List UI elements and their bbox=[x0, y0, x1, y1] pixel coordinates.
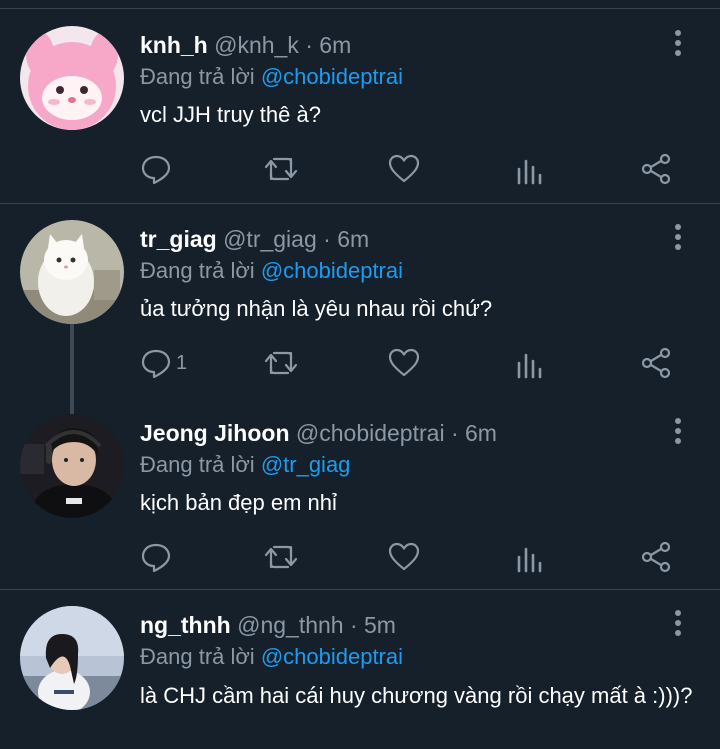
heart-icon bbox=[388, 348, 420, 377]
retweet-button[interactable] bbox=[264, 345, 298, 381]
share-icon bbox=[641, 153, 671, 185]
more-options-button[interactable] bbox=[668, 222, 688, 252]
mention-link[interactable]: @chobideptrai bbox=[261, 258, 403, 283]
replying-to-line: Đang trả lời @chobideptrai bbox=[140, 644, 403, 670]
reply-button[interactable] bbox=[140, 539, 176, 575]
share-button[interactable] bbox=[640, 539, 672, 575]
more-options-button[interactable] bbox=[668, 28, 688, 58]
vertical-dots-icon bbox=[675, 30, 681, 56]
share-button[interactable] bbox=[640, 151, 672, 187]
tweet-text: ủa tưởng nhận là yêu nhau rồi chứ? bbox=[140, 296, 493, 321]
like-button[interactable] bbox=[388, 539, 420, 575]
retweet-button[interactable] bbox=[264, 539, 298, 575]
analytics-button[interactable] bbox=[516, 151, 544, 187]
analytics-icon bbox=[517, 353, 542, 379]
display-name[interactable]: ng_thnh bbox=[140, 612, 231, 638]
reply-button[interactable] bbox=[140, 151, 176, 187]
tweet-actions bbox=[140, 539, 700, 575]
replying-to-line: Đang trả lời @chobideptrai bbox=[140, 64, 403, 90]
share-icon bbox=[641, 541, 671, 573]
reply-icon bbox=[141, 155, 171, 185]
retweet-icon bbox=[264, 157, 298, 181]
avatar[interactable] bbox=[20, 220, 124, 324]
tweet-header: tr_giag @tr_giag · 6m bbox=[140, 226, 369, 253]
replying-prefix: Đang trả lời bbox=[140, 258, 261, 283]
tweet-header: Jeong Jihoon @chobideptrai · 6m bbox=[140, 420, 497, 447]
like-button[interactable] bbox=[388, 345, 420, 381]
heart-icon bbox=[388, 542, 420, 571]
retweet-icon bbox=[264, 545, 298, 569]
avatar-white-cat bbox=[20, 220, 124, 324]
vertical-dots-icon bbox=[675, 610, 681, 636]
mention-link[interactable]: @chobideptrai bbox=[261, 64, 403, 89]
mention-link[interactable]: @chobideptrai bbox=[261, 644, 403, 669]
tweet-actions bbox=[140, 151, 700, 187]
handle-and-time: @ng_thnh · 5m bbox=[237, 612, 396, 638]
replying-prefix: Đang trả lời bbox=[140, 644, 261, 669]
tweet-text: là CHJ cầm hai cái huy chương vàng rồi c… bbox=[140, 683, 693, 708]
analytics-icon bbox=[517, 159, 542, 185]
avatar-person-photo bbox=[20, 414, 124, 518]
analytics-button[interactable] bbox=[516, 345, 544, 381]
vertical-dots-icon bbox=[675, 224, 681, 250]
more-options-button[interactable] bbox=[668, 416, 688, 446]
tweet-header: ng_thnh @ng_thnh · 5m bbox=[140, 612, 396, 639]
display-name[interactable]: Jeong Jihoon bbox=[140, 420, 290, 446]
tweet-text: kịch bản đẹp em nhỉ bbox=[140, 490, 337, 515]
reply-button[interactable]: 1 bbox=[140, 345, 187, 381]
handle-and-time: @tr_giag · 6m bbox=[223, 226, 370, 252]
heart-icon bbox=[388, 154, 420, 183]
replying-to-line: Đang trả lời @chobideptrai bbox=[140, 258, 403, 284]
analytics-icon bbox=[517, 547, 542, 573]
tweet-text: vcl JJH truy thê à? bbox=[140, 102, 321, 127]
tweet[interactable]: knh_h @knh_k · 6m Đang trả lời @chobidep… bbox=[0, 0, 720, 203]
tweet[interactable]: ng_thnh @ng_thnh · 5m Đang trả lời @chob… bbox=[0, 590, 720, 749]
more-options-button[interactable] bbox=[668, 608, 688, 638]
replying-prefix: Đang trả lời bbox=[140, 64, 261, 89]
reply-icon bbox=[141, 543, 171, 573]
avatar-girl-photo bbox=[20, 606, 124, 710]
share-icon bbox=[641, 347, 671, 379]
avatar[interactable] bbox=[20, 414, 124, 518]
tweet[interactable]: tr_giag @tr_giag · 6m Đang trả lời @chob… bbox=[0, 204, 720, 398]
handle-and-time: @chobideptrai · 6m bbox=[295, 420, 497, 446]
display-name[interactable]: tr_giag bbox=[140, 226, 217, 252]
analytics-button[interactable] bbox=[516, 539, 544, 575]
tweet-header: knh_h @knh_k · 6m bbox=[140, 32, 351, 59]
avatar[interactable] bbox=[20, 606, 124, 710]
mention-link[interactable]: @tr_giag bbox=[261, 452, 351, 477]
retweet-button[interactable] bbox=[264, 151, 298, 187]
avatar-pink-character bbox=[20, 26, 124, 130]
like-button[interactable] bbox=[388, 151, 420, 187]
avatar[interactable] bbox=[20, 26, 124, 130]
replying-to-line: Đang trả lời @tr_giag bbox=[140, 452, 350, 478]
replying-prefix: Đang trả lời bbox=[140, 452, 261, 477]
retweet-icon bbox=[264, 351, 298, 375]
display-name[interactable]: knh_h bbox=[140, 32, 208, 58]
tweet[interactable]: Jeong Jihoon @chobideptrai · 6m Đang trả… bbox=[0, 398, 720, 589]
handle-and-time: @knh_k · 6m bbox=[214, 32, 352, 58]
share-button[interactable] bbox=[640, 345, 672, 381]
reply-count: 1 bbox=[176, 351, 188, 374]
vertical-dots-icon bbox=[675, 418, 681, 444]
reply-icon bbox=[141, 349, 171, 379]
tweet-actions: 1 bbox=[140, 345, 700, 381]
